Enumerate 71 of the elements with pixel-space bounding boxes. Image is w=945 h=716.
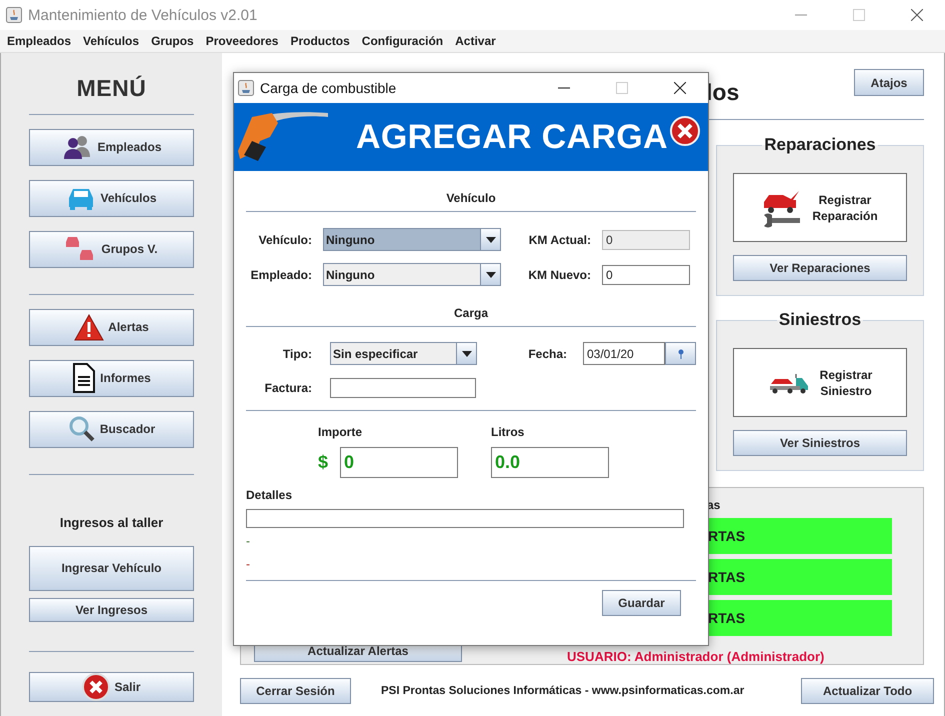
panel-title: Reparaciones	[763, 135, 877, 155]
menu-title: MENÚ	[76, 75, 146, 102]
dropdown-arrow-icon	[462, 350, 472, 356]
save-button[interactable]: Guardar	[602, 590, 681, 616]
field-label: Tipo:	[282, 346, 312, 360]
field-label: Importe	[318, 425, 364, 439]
section-heading: Carga	[452, 306, 490, 320]
warning-icon	[74, 314, 104, 341]
sidebar-button[interactable]: Vehículos	[29, 180, 194, 217]
list-button[interactable]: Ver Siniestros	[733, 430, 907, 456]
document-icon	[72, 363, 96, 394]
status-text: -	[246, 534, 251, 550]
sidebar-button[interactable]: Grupos V.	[29, 230, 194, 268]
panel-title: Siniestros	[778, 310, 862, 330]
logout-button[interactable]: Cerrar Sesión	[240, 678, 351, 704]
sidebar-button[interactable]: Ingresar Vehículo	[29, 546, 194, 591]
dialog-title: Carga de combustible	[260, 80, 396, 96]
close-icon[interactable]	[911, 9, 923, 21]
close-icon	[82, 673, 110, 702]
field-label: Litros	[491, 425, 526, 439]
liters-field[interactable]: 0.0	[491, 447, 610, 478]
app-icon	[6, 7, 22, 23]
status-text: -	[246, 557, 251, 573]
sidebar-button[interactable]: Empleados	[29, 129, 194, 166]
sidebar-button[interactable]: Informes	[29, 360, 194, 397]
sidebar-button[interactable]: Buscador	[29, 410, 194, 448]
invoice-field[interactable]	[330, 378, 476, 398]
dropdown-arrow-icon	[486, 272, 496, 278]
currency-symbol: $	[318, 452, 328, 473]
field-label: KM Nuevo:	[527, 268, 591, 282]
shortcuts-button[interactable]: Atajos	[854, 69, 924, 96]
date-picker-button[interactable]	[665, 342, 696, 365]
menu-item[interactable]: Grupos	[151, 34, 194, 48]
vehicle-dropdown[interactable]: Ninguno	[323, 228, 501, 251]
list-button[interactable]: Ver Reparaciones	[733, 255, 907, 281]
field-label: Vehículo:	[258, 232, 312, 246]
sidebar-button[interactable]: Ver Ingresos	[29, 598, 194, 622]
sidebar-button[interactable]: Alertas	[29, 308, 194, 346]
field-label: Empleado:	[250, 268, 312, 282]
exit-button[interactable]: Salir	[29, 672, 194, 702]
section-heading: Ingresos al taller	[60, 514, 164, 530]
employee-dropdown[interactable]: Ninguno	[323, 263, 501, 286]
banner-title: AGREGAR CARGA	[356, 118, 668, 156]
date-field[interactable]: 03/01/20	[583, 342, 665, 365]
km-new-field[interactable]: 0	[602, 264, 690, 284]
credits-text: PSI Prontas Soluciones Informáticas - www.psinformaticas.com.ar	[381, 684, 744, 696]
pin-icon	[678, 348, 684, 358]
field-label: Fecha:	[527, 346, 567, 360]
refresh-all-button[interactable]: Actualizar Todo	[801, 678, 934, 704]
menu-item[interactable]: Configuración	[362, 34, 444, 48]
search-icon	[68, 415, 96, 444]
field-label: KM Actual:	[528, 232, 591, 246]
menu-item[interactable]: Empleados	[7, 34, 72, 48]
details-field[interactable]	[246, 509, 684, 528]
close-icon[interactable]	[674, 82, 686, 94]
amount-field[interactable]: 0	[340, 447, 458, 478]
tow-truck-icon	[768, 372, 810, 394]
field-label: Factura:	[264, 381, 312, 395]
action-button[interactable]: Registrar Reparación	[733, 173, 907, 242]
action-button[interactable]: Registrar Siniestro	[733, 348, 907, 417]
dropdown-arrow-icon	[486, 236, 496, 242]
app-icon	[238, 80, 254, 96]
menu-item[interactable]: Activar	[455, 34, 496, 48]
window-title: Mantenimiento de Vehículos v2.01	[28, 6, 258, 24]
field-label: Detalles	[246, 488, 294, 502]
menu-item[interactable]: Vehículos	[83, 34, 140, 48]
user-label: USUARIO: Administrador (Administrador)	[567, 649, 826, 664]
section-heading: Vehículo	[445, 191, 497, 205]
menu-item[interactable]: Proveedores	[206, 34, 278, 48]
menu-item[interactable]: Productos	[290, 34, 350, 48]
type-dropdown[interactable]: Sin especificar	[330, 342, 477, 365]
